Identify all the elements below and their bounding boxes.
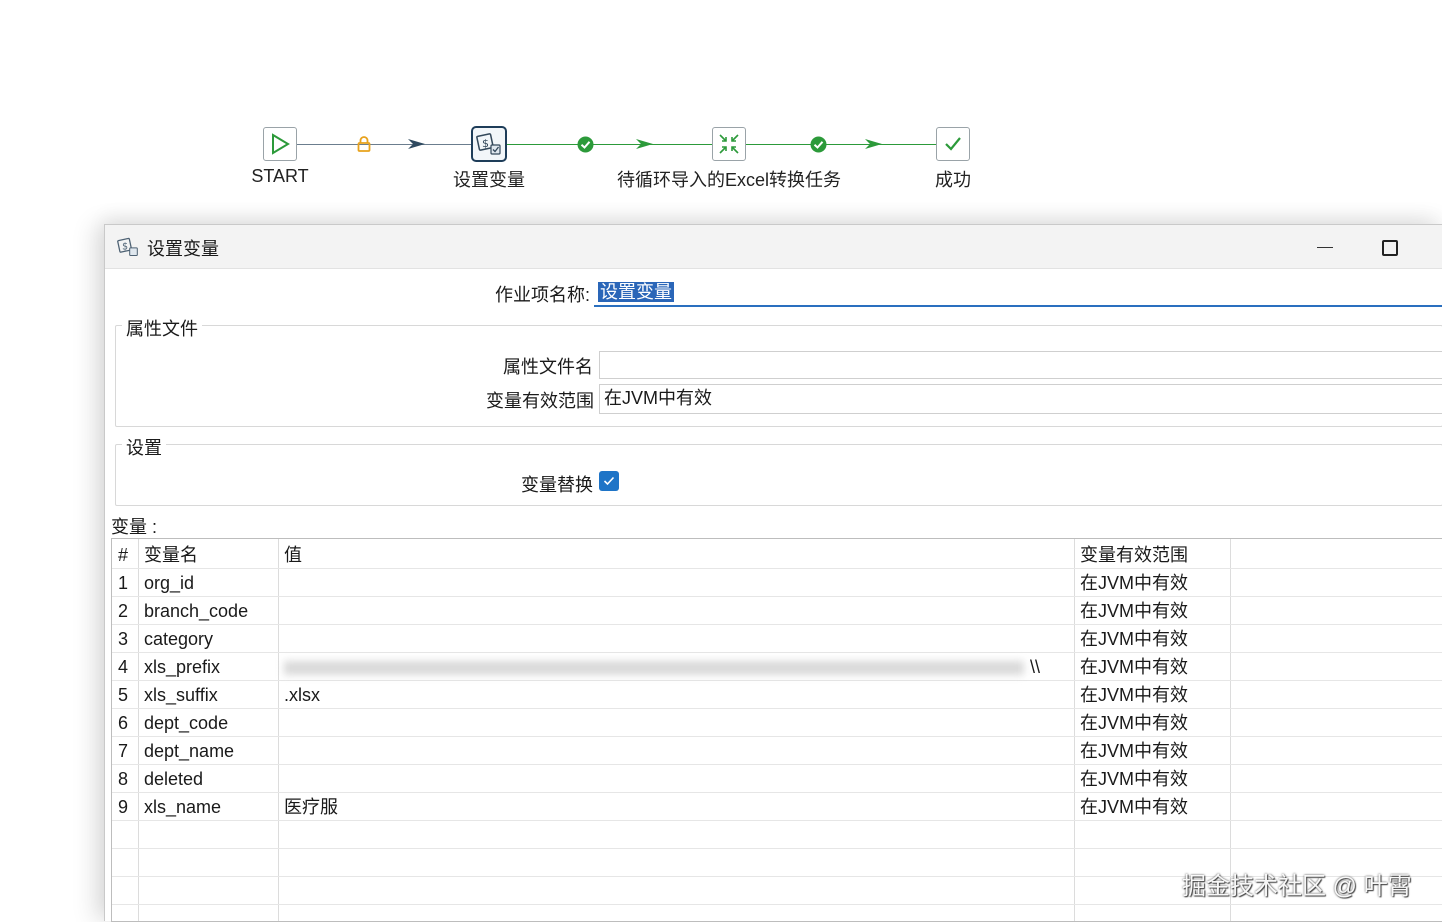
row-name[interactable]: dept_code xyxy=(138,709,278,737)
success-icon xyxy=(945,137,961,151)
hop-line[interactable] xyxy=(507,144,712,145)
node-label-success: 成功 xyxy=(935,170,971,190)
col-header-name[interactable]: 变量名 xyxy=(138,541,278,569)
row-name[interactable]: dept_name xyxy=(138,737,278,765)
dialog-title: 设置变量 xyxy=(147,239,219,259)
variables-table[interactable]: # 变量名 值 变量有效范围 1 org_id 在JVM中有效 2 branch… xyxy=(111,538,1442,922)
row-index: 4 xyxy=(118,657,129,677)
redacted-value xyxy=(284,661,1024,675)
set-variables-icon: $ xyxy=(117,236,139,263)
lock-icon[interactable] xyxy=(355,135,373,153)
dialog-titlebar[interactable]: $ 设置变量 xyxy=(105,225,1442,269)
row-index: 6 xyxy=(118,713,129,733)
row-value[interactable]: \\ xyxy=(1024,653,1074,681)
start-node[interactable] xyxy=(263,127,297,161)
settings-group: 设置 xyxy=(115,434,1442,506)
transformation-icon xyxy=(719,134,739,154)
property-file-label: 属性文件名 xyxy=(503,357,593,377)
row-value[interactable] xyxy=(278,737,1074,765)
job-entry-name-label: 作业项名称: xyxy=(495,285,591,305)
row-index: 7 xyxy=(118,741,129,761)
row-index: 8 xyxy=(118,769,129,789)
table-row[interactable]: 7 dept_name 在JVM中有效 xyxy=(112,737,1442,765)
job-entry-name-input[interactable]: 设置变量 xyxy=(594,279,1442,307)
hop-line[interactable] xyxy=(746,144,936,145)
svg-text:$: $ xyxy=(482,137,489,150)
row-scope[interactable]: 在JVM中有效 xyxy=(1074,709,1230,737)
row-name[interactable]: category xyxy=(138,625,278,653)
row-name[interactable]: xls_prefix xyxy=(138,653,278,681)
check-circle-icon[interactable] xyxy=(809,135,827,153)
variable-replace-label: 变量替换 xyxy=(521,475,593,495)
variable-replace-checkbox[interactable] xyxy=(599,471,619,491)
check-icon xyxy=(603,476,615,486)
row-scope[interactable]: 在JVM中有效 xyxy=(1074,737,1230,765)
arrow-icon xyxy=(408,139,425,149)
row-value[interactable] xyxy=(278,569,1074,597)
row-scope[interactable]: 在JVM中有效 xyxy=(1074,597,1230,625)
table-row[interactable]: 4 xls_prefix \\ 在JVM中有效 xyxy=(112,653,1442,681)
row-index: 5 xyxy=(118,685,129,705)
row-name[interactable]: deleted xyxy=(138,765,278,793)
node-label-transformation: 待循环导入的Excel转换任务 xyxy=(616,170,842,190)
col-header-value[interactable]: 值 xyxy=(278,541,1074,569)
row-index: 1 xyxy=(118,573,129,593)
table-header: # 变量名 值 变量有效范围 xyxy=(112,541,1442,569)
row-value[interactable]: .xlsx xyxy=(278,681,1074,709)
row-name[interactable]: org_id xyxy=(138,569,278,597)
row-value[interactable] xyxy=(278,709,1074,737)
check-circle-icon[interactable] xyxy=(576,135,594,153)
properties-group-title: 属性文件 xyxy=(122,315,202,341)
table-row-empty[interactable] xyxy=(112,821,1442,849)
table-row[interactable]: 2 branch_code 在JVM中有效 xyxy=(112,597,1442,625)
watermark: 掘金技术社区 @ 叶霄 xyxy=(1182,873,1412,900)
table-row[interactable]: 1 org_id 在JVM中有效 xyxy=(112,569,1442,597)
table-row[interactable]: 6 dept_code 在JVM中有效 xyxy=(112,709,1442,737)
row-value[interactable] xyxy=(278,597,1074,625)
row-value[interactable] xyxy=(278,625,1074,653)
property-file-input[interactable] xyxy=(599,351,1442,379)
row-name[interactable]: xls_suffix xyxy=(138,681,278,709)
svg-text:$: $ xyxy=(122,242,128,253)
set-variables-dialog: $ 设置变量 作业项名称: 设置变量 属性文件 属性文件名 变量有效范围 在JV… xyxy=(104,224,1442,922)
scope-select[interactable]: 在JVM中有效 xyxy=(599,384,1442,414)
row-index: 3 xyxy=(118,629,129,649)
col-header-index[interactable]: # xyxy=(112,541,138,569)
node-label-start: START xyxy=(251,166,309,186)
node-label-set-variables: 设置变量 xyxy=(453,170,525,190)
job-entry-name-value: 设置变量 xyxy=(598,282,674,302)
table-row[interactable]: 8 deleted 在JVM中有效 xyxy=(112,765,1442,793)
set-variables-node[interactable]: $ xyxy=(471,126,507,162)
row-index: 2 xyxy=(118,601,129,621)
row-index: 9 xyxy=(118,797,129,817)
table-row[interactable]: 3 category 在JVM中有效 xyxy=(112,625,1442,653)
col-header-scope[interactable]: 变量有效范围 xyxy=(1074,541,1230,569)
variables-label: 变量 : xyxy=(111,517,158,537)
minimize-button[interactable] xyxy=(1313,233,1341,261)
row-name[interactable]: xls_name xyxy=(138,793,278,821)
transformation-node[interactable] xyxy=(712,127,746,161)
set-variables-icon: $ xyxy=(476,133,501,155)
table-row[interactable]: 5 xls_suffix .xlsx 在JVM中有效 xyxy=(112,681,1442,709)
play-icon xyxy=(272,133,290,155)
hop-line[interactable] xyxy=(297,144,471,145)
arrow-icon xyxy=(865,139,882,149)
row-scope[interactable]: 在JVM中有效 xyxy=(1074,793,1230,821)
row-scope[interactable]: 在JVM中有效 xyxy=(1074,653,1230,681)
settings-group-title: 设置 xyxy=(122,434,166,460)
arrow-icon xyxy=(636,139,653,149)
success-node[interactable] xyxy=(936,127,970,161)
scope-label: 变量有效范围 xyxy=(486,391,594,411)
row-value[interactable]: 医疗服 xyxy=(278,793,1074,821)
row-scope[interactable]: 在JVM中有效 xyxy=(1074,569,1230,597)
row-name[interactable]: branch_code xyxy=(138,597,278,625)
maximize-button[interactable] xyxy=(1375,233,1403,261)
table-row[interactable]: 9 xls_name 医疗服 在JVM中有效 xyxy=(112,793,1442,821)
row-scope[interactable]: 在JVM中有效 xyxy=(1074,765,1230,793)
row-scope[interactable]: 在JVM中有效 xyxy=(1074,625,1230,653)
row-scope[interactable]: 在JVM中有效 xyxy=(1074,681,1230,709)
row-value[interactable] xyxy=(278,765,1074,793)
